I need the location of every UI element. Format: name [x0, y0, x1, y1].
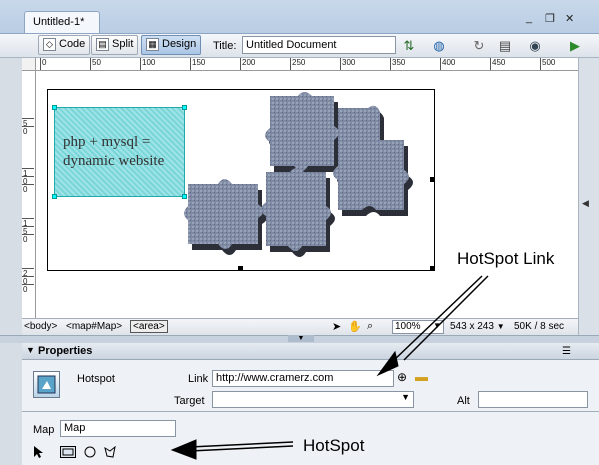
link-arrowhead: [376, 350, 399, 377]
link-arrow-line-2: [403, 275, 489, 361]
annotation-arrows: [170, 275, 489, 460]
ruler-origin[interactable]: [22, 58, 36, 71]
link-arrow-line: [391, 275, 483, 363]
hotspot-arrowhead: [170, 439, 197, 460]
